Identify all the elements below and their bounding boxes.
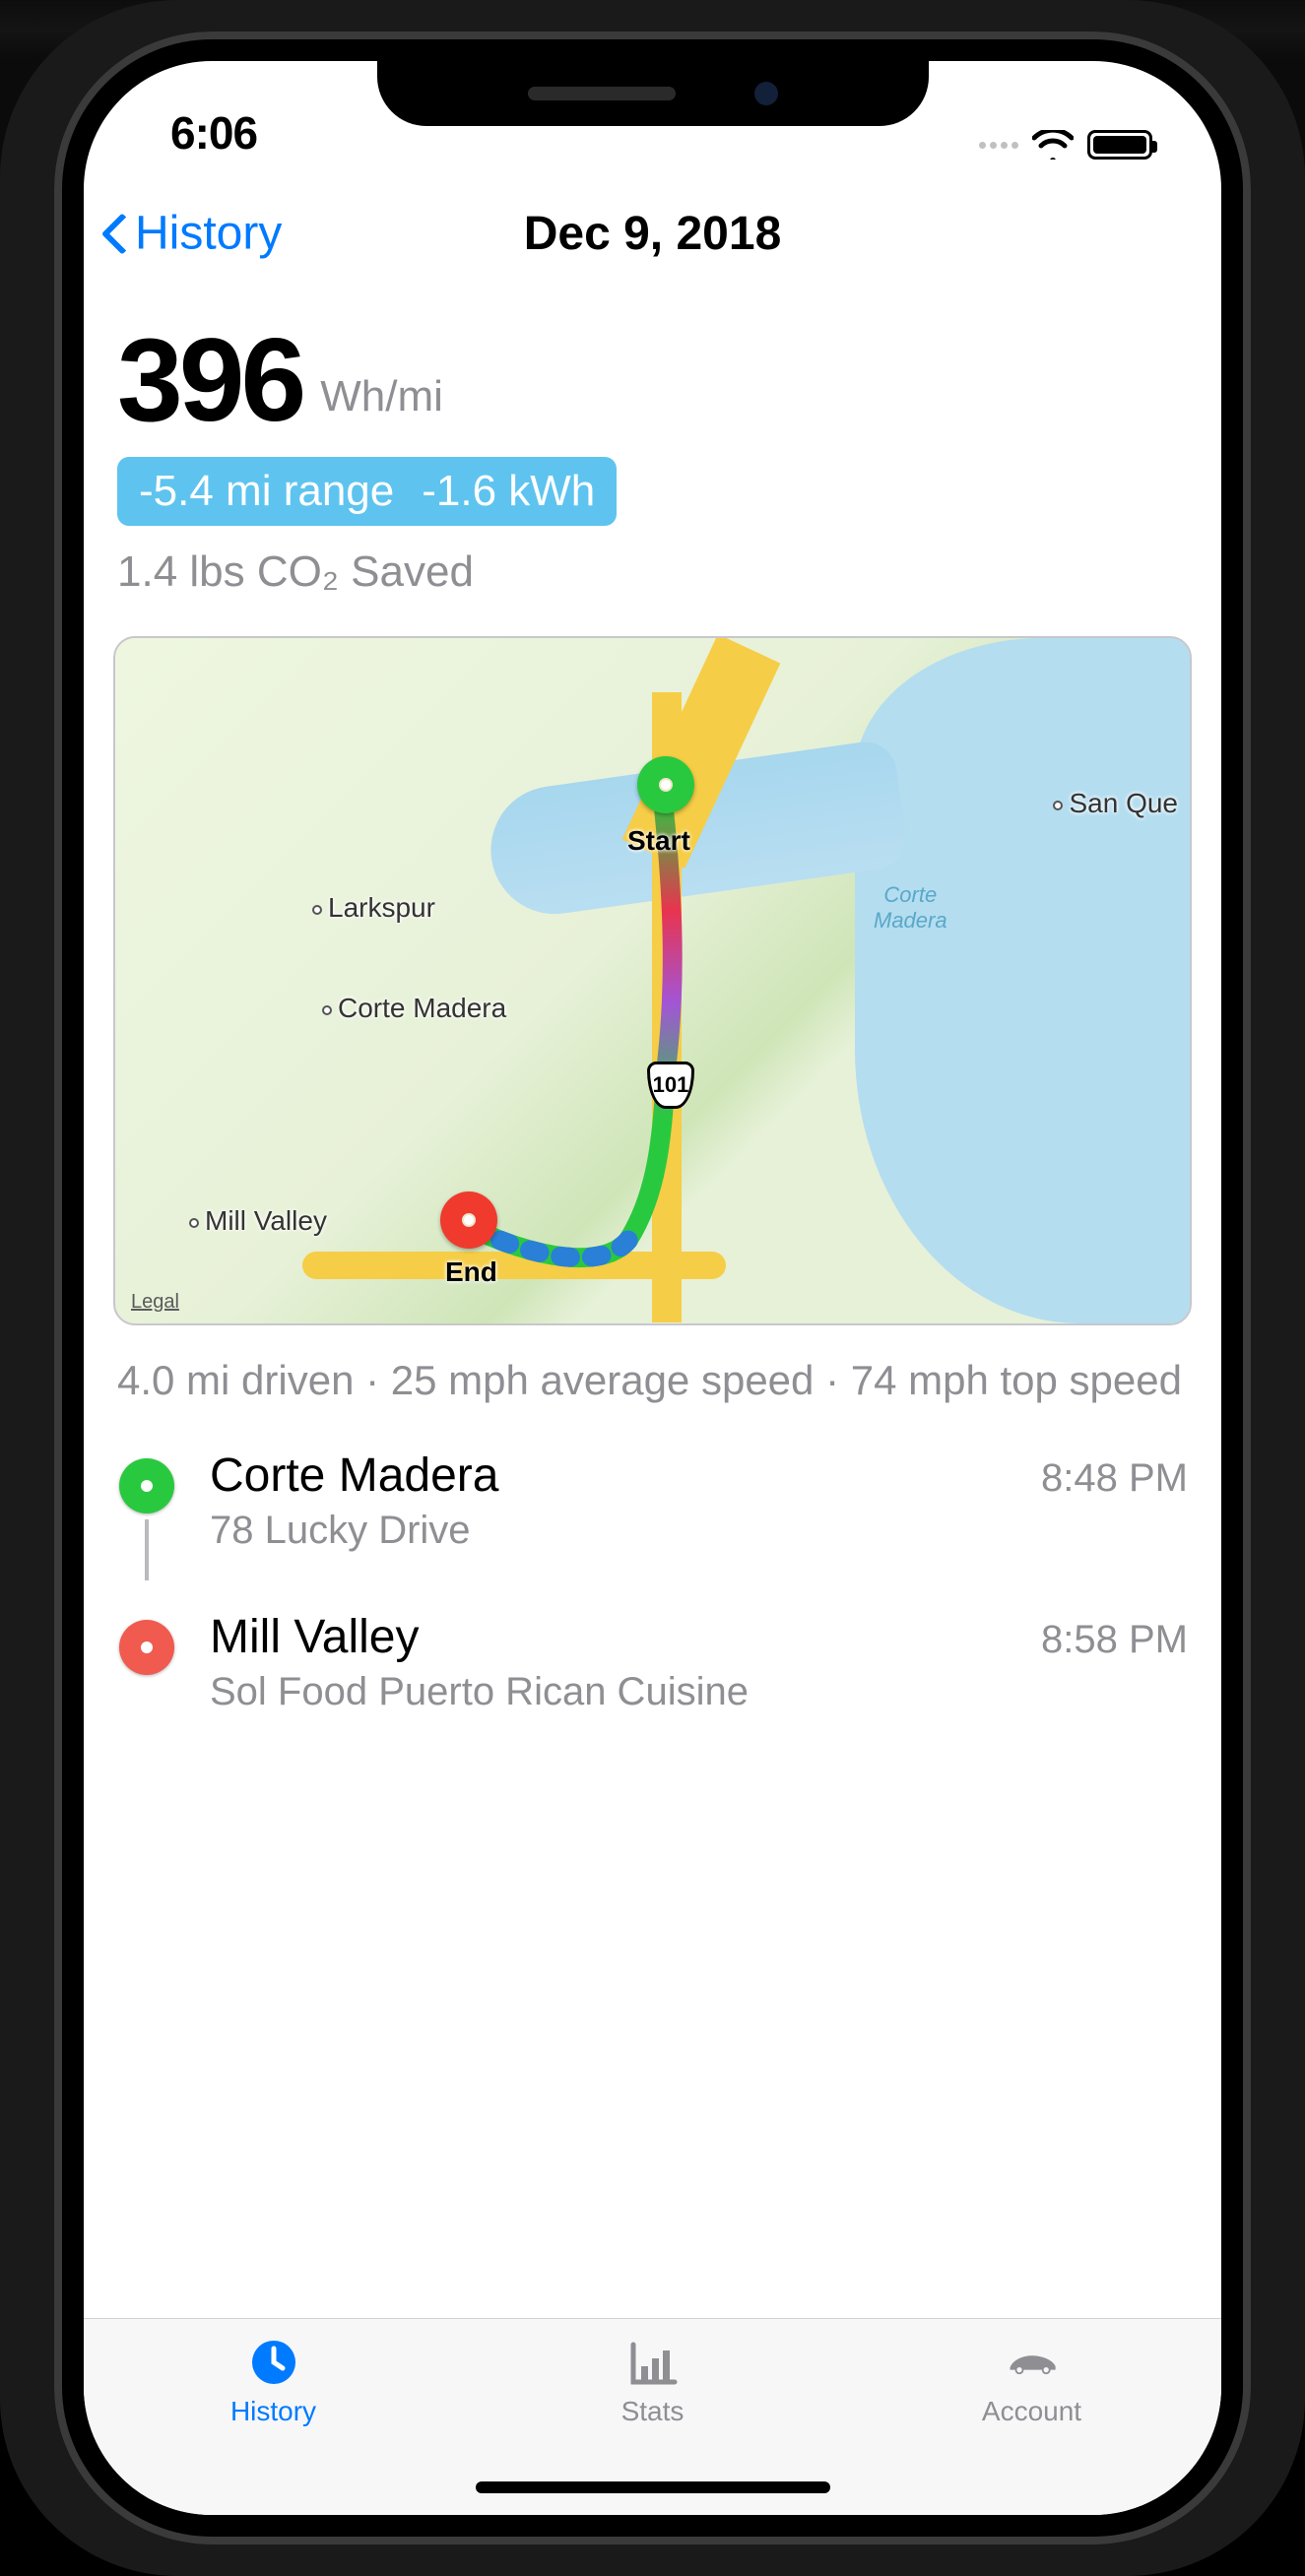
drive-stats-line: 4.0 mi driven · 25 mph average speed · 7… bbox=[111, 1339, 1194, 1419]
clock-icon bbox=[248, 2337, 299, 2388]
status-bar-indicators bbox=[979, 130, 1152, 160]
waypoint-connector bbox=[145, 1519, 149, 1580]
tab-label: Account bbox=[982, 2396, 1081, 2427]
map-highway bbox=[302, 1252, 726, 1279]
content-area: 396 Wh/mi -5.4 mi range -1.6 kWh 1.4 lbs … bbox=[84, 288, 1221, 1714]
trip-map[interactable]: Larkspur Corte Madera Mill Valley San Qu… bbox=[113, 636, 1192, 1325]
back-button-label: History bbox=[135, 207, 282, 261]
efficiency-unit: Wh/mi bbox=[320, 372, 443, 433]
pin-icon bbox=[119, 1458, 174, 1513]
navigation-bar: History Dec 9, 2018 bbox=[84, 179, 1221, 288]
tab-history[interactable]: History bbox=[84, 2337, 463, 2427]
tab-stats[interactable]: Stats bbox=[463, 2337, 842, 2427]
map-water-label: Corte Madera bbox=[874, 882, 947, 934]
highway-shield-icon: 101 bbox=[647, 1062, 694, 1109]
efficiency-header: 396 Wh/mi bbox=[111, 307, 1194, 443]
page-title: Dec 9, 2018 bbox=[524, 207, 782, 261]
phone-screen: 6:06 History Dec 9, 2018 bbox=[84, 61, 1221, 2515]
map-city-label: Corte Madera bbox=[322, 993, 506, 1024]
waypoint-list: Corte Madera 8:48 PM 78 Lucky Drive Mill… bbox=[111, 1419, 1194, 1714]
waypoint-address: 78 Lucky Drive bbox=[210, 1509, 1188, 1553]
map-start-pin[interactable] bbox=[637, 756, 694, 813]
map-end-pin[interactable] bbox=[440, 1191, 497, 1249]
tab-account[interactable]: Account bbox=[842, 2337, 1221, 2427]
waypoint-address: Sol Food Puerto Rican Cuisine bbox=[210, 1670, 1188, 1714]
tab-label: Stats bbox=[621, 2396, 685, 2427]
map-legal-link[interactable]: Legal bbox=[131, 1291, 179, 1314]
waypoint-time: 8:58 PM bbox=[1041, 1618, 1188, 1662]
energy-delta: -1.6 kWh bbox=[422, 467, 595, 515]
wifi-icon bbox=[1032, 130, 1074, 160]
home-indicator[interactable] bbox=[476, 2481, 830, 2493]
map-city-label: Mill Valley bbox=[189, 1205, 327, 1237]
efficiency-value: 396 bbox=[117, 327, 302, 433]
car-icon bbox=[1007, 2337, 1058, 2388]
pin-icon bbox=[119, 1620, 174, 1675]
waypoint-name: Mill Valley bbox=[210, 1610, 419, 1664]
map-end-label: End bbox=[445, 1256, 497, 1288]
waypoint-item[interactable]: Mill Valley 8:58 PM Sol Food Puerto Rica… bbox=[117, 1610, 1188, 1714]
map-city-label: Larkspur bbox=[312, 892, 435, 924]
map-city-label: San Que bbox=[1053, 788, 1178, 819]
waypoint-item[interactable]: Corte Madera 8:48 PM 78 Lucky Drive bbox=[117, 1449, 1188, 1580]
bar-chart-icon bbox=[627, 2337, 679, 2388]
cellular-signal-icon bbox=[979, 142, 1018, 149]
chevron-left-icon bbox=[101, 210, 131, 257]
waypoint-name: Corte Madera bbox=[210, 1449, 498, 1503]
map-start-label: Start bbox=[627, 825, 690, 857]
device-mockup: 6:06 History Dec 9, 2018 bbox=[0, 0, 1305, 2576]
energy-delta-pill: -5.4 mi range -1.6 kWh bbox=[117, 457, 617, 526]
map-water bbox=[855, 638, 1192, 1323]
status-bar-time: 6:06 bbox=[170, 106, 257, 160]
battery-icon bbox=[1087, 130, 1152, 160]
back-button[interactable]: History bbox=[101, 207, 282, 261]
waypoint-time: 8:48 PM bbox=[1041, 1456, 1188, 1501]
status-bar: 6:06 bbox=[84, 61, 1221, 179]
range-delta: -5.4 mi range bbox=[139, 467, 394, 515]
co2-saved: 1.4 lbs CO₂ Saved bbox=[111, 536, 1194, 626]
tab-label: History bbox=[230, 2396, 316, 2427]
